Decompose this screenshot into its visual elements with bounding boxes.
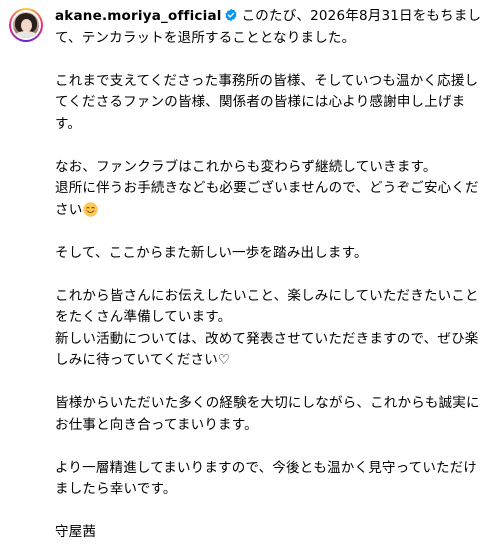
caption-paragraph-7: より一層精進してまいりますので、今後とも温かく見守っていただけましたら幸いです。 — [55, 459, 478, 498]
avatar-photo — [13, 12, 39, 38]
username-link[interactable]: akane.moriya_official — [55, 8, 222, 24]
caption-paragraph-2: これまで支えてくださった事務所の皆様、そしていつも温かく応援してくださるファンの… — [55, 72, 479, 132]
verified-badge-icon — [225, 8, 237, 22]
caption-paragraph-3: なお、ファンクラブはこれからも変わらず継続していきます。 退所に伴うお手続きなど… — [55, 157, 487, 222]
caption-signature: 守屋茜 — [55, 524, 97, 540]
caption-paragraph-1: akane.moriya_official このたび、2026年8月31日をもちま… — [55, 6, 487, 49]
caption-paragraph-4: そして、ここからまた新しい一歩を踏み出します。 — [55, 244, 368, 261]
caption-paragraph-5: これから皆さんにお伝えしたいこと、楽しみにしていただきたいことをたくさん準備して… — [55, 287, 479, 369]
smiling-face-emoji-icon — [83, 201, 99, 217]
avatar[interactable] — [9, 8, 43, 42]
caption-paragraph-6: 皆様からいただいた多くの経験を大切にしながら、これからも誠実にお仕事と向き合って… — [55, 395, 480, 433]
caption-text-p3: なお、ファンクラブはこれからも変わらず継続していきます。 退所に伴うお手続きなど… — [55, 158, 479, 218]
caption-text: akane.moriya_official このたび、2026年8月31日をもちま… — [55, 6, 487, 544]
avatar-border — [11, 10, 41, 40]
instagram-post-caption: akane.moriya_official このたび、2026年8月31日をもちま… — [0, 0, 500, 540]
